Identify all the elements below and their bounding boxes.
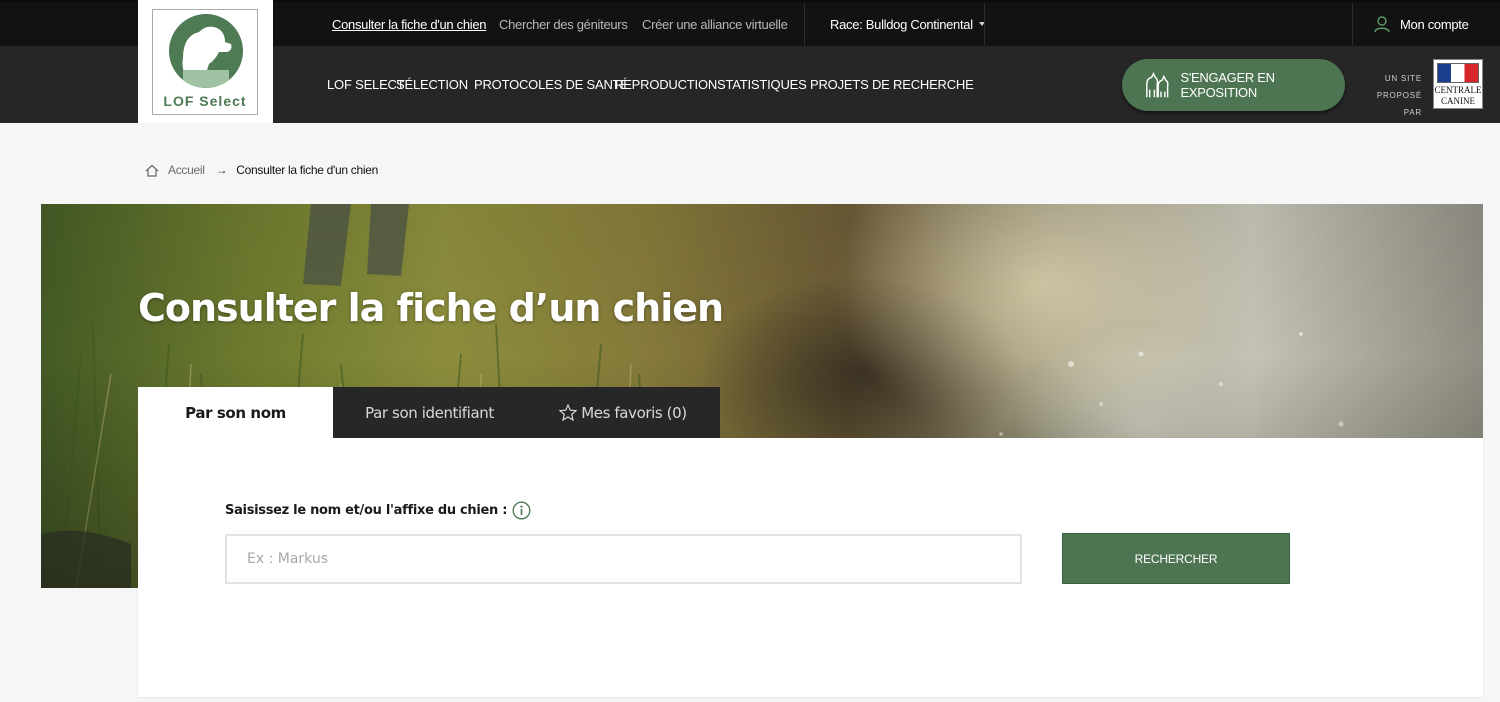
partner-line-2: CANINE (1441, 96, 1475, 106)
race-dropdown[interactable]: Race: Bulldog Continental (830, 2, 985, 46)
search-panel: Saisissez le nom et/ou l'affixe du chien… (138, 438, 1483, 697)
logo-text: LOF Select (163, 93, 247, 109)
info-icon[interactable] (512, 501, 531, 520)
nav-lof-select[interactable]: LOF SELECT (327, 46, 405, 123)
arrow-right-icon: → (215, 163, 228, 177)
engage-exposition-button[interactable]: S'ENGAGER EN EXPOSITION (1122, 59, 1345, 111)
topbar-divider (1352, 4, 1353, 46)
topbar-divider (984, 4, 985, 46)
nav-selection[interactable]: SÉLECTION (396, 46, 468, 123)
account-link[interactable]: Mon compte (1374, 2, 1469, 46)
topbar-divider (804, 4, 805, 46)
page-title: Consulter la fiche d’un chien (138, 286, 724, 330)
user-icon (1374, 15, 1390, 32)
centrale-canine-logo[interactable]: CENTRALE CANINE (1433, 59, 1483, 109)
search-tabs: Par son nom Par son identifiant Mes favo… (138, 387, 720, 438)
flag-icon (1437, 63, 1479, 83)
dog-head-icon (169, 14, 243, 88)
topnav-creer-alliance[interactable]: Créer une alliance virtuelle (642, 2, 788, 46)
account-label: Mon compte (1400, 16, 1469, 32)
engage-label: S'ENGAGER EN EXPOSITION (1180, 70, 1275, 100)
topnav-chercher-geniteurs[interactable]: Chercher des géniteurs (499, 2, 628, 46)
race-dropdown-label: Race: Bulldog Continental (830, 16, 973, 32)
dogs-icon (1146, 72, 1169, 98)
proposed-by-text: UN SITE PROPOSÉ PAR (1360, 70, 1422, 121)
search-field-label: Saisissez le nom et/ou l'affixe du chien… (225, 501, 531, 520)
partner-name: CENTRALE CANINE (1434, 85, 1482, 107)
nav-reproduction[interactable]: REPRODUCTION (614, 46, 717, 123)
breadcrumb-home[interactable]: Accueil (168, 163, 205, 177)
dog-name-input[interactable] (225, 534, 1022, 584)
star-icon (559, 404, 578, 421)
search-label-text: Saisissez le nom et/ou l'affixe du chien… (225, 503, 508, 518)
nav-projets-recherche[interactable]: PROJETS DE RECHERCHE (810, 46, 974, 123)
breadcrumb-current: Consulter la fiche d'un chien (236, 163, 378, 177)
tab-par-son-identifiant[interactable]: Par son identifiant (333, 387, 526, 438)
proposed-line-2: PROPOSÉ PAR (1376, 91, 1422, 117)
topnav-consulter-fiche[interactable]: Consulter la fiche d'un chien (332, 2, 487, 46)
search-button[interactable]: RECHERCHER (1062, 533, 1290, 584)
tab-mes-favoris[interactable]: Mes favoris (0) (526, 387, 720, 438)
home-icon[interactable] (145, 164, 159, 177)
logo-frame: LOF Select (152, 9, 258, 115)
site-logo[interactable]: LOF Select (138, 0, 273, 123)
nav-statistiques[interactable]: STATISTIQUES (717, 46, 807, 123)
proposed-line-1: UN SITE (1384, 74, 1422, 83)
breadcrumb: Accueil → Consulter la fiche d'un chien (145, 161, 378, 179)
tab-par-son-nom[interactable]: Par son nom (138, 387, 333, 438)
nav-protocoles-sante[interactable]: PROTOCOLES DE SANTÉ (474, 46, 629, 123)
partner-line-1: CENTRALE (1434, 85, 1482, 95)
tab-mes-favoris-label: Mes favoris (0) (581, 403, 687, 422)
